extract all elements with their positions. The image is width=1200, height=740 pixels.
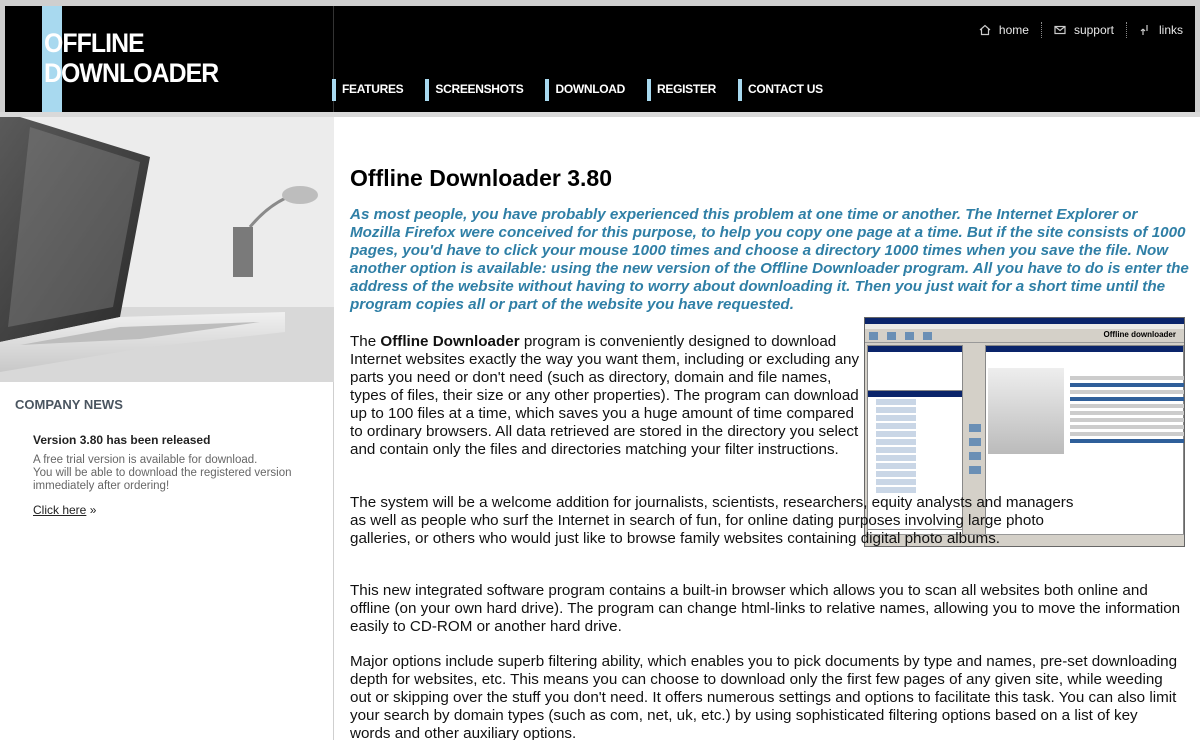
utility-link-links[interactable]: links <box>1125 22 1195 38</box>
logo-line-2: DOWNLOADER <box>44 58 219 88</box>
news-body: A free trial version is available for do… <box>33 454 323 493</box>
company-news-heading: COMPANY NEWS <box>15 397 123 412</box>
envelope-icon <box>1054 24 1066 36</box>
paragraph-2: The system will be a welcome addition fo… <box>350 494 1074 547</box>
home-icon <box>979 24 991 36</box>
news-headline: Version 3.80 has been released <box>33 433 211 447</box>
logo-line-1: OFFLINE <box>44 28 145 58</box>
site-header: OFFLINE DOWNLOADER home support links FE… <box>5 6 1195 112</box>
paragraph-3: This new integrated software program con… <box>350 582 1181 635</box>
nav-item-download[interactable]: DOWNLOAD <box>545 79 647 101</box>
utility-link-label: links <box>1158 23 1183 37</box>
chevron-right-icon: » <box>89 503 97 517</box>
utility-nav: home support links <box>967 22 1195 38</box>
main-content: Offline Downloader 3.80 As most people, … <box>335 117 1200 740</box>
utility-link-label: support <box>1073 23 1114 37</box>
utility-link-home[interactable]: home <box>967 22 1041 38</box>
right-frame <box>1195 0 1200 114</box>
utility-link-label: home <box>998 23 1029 37</box>
nav-item-features[interactable]: FEATURES <box>332 79 425 101</box>
paragraph-1-lead: The <box>350 333 381 350</box>
news-link-row: Click here » <box>33 503 96 517</box>
click-here-link[interactable]: Click here <box>33 503 86 517</box>
main-nav: FEATURES SCREENSHOTS DOWNLOAD REGISTER C… <box>332 79 845 101</box>
nav-item-contact-us[interactable]: CONTACT US <box>738 79 845 101</box>
hero-laptop-image <box>0 117 334 382</box>
paragraph-1-text: program is conveniently designed to down… <box>350 333 860 458</box>
sidebar: COMPANY NEWS Version 3.80 has been relea… <box>0 117 334 740</box>
nav-item-register[interactable]: REGISTER <box>647 79 738 101</box>
utility-link-support[interactable]: support <box>1040 22 1126 38</box>
link-icon <box>1139 24 1151 36</box>
intro-paragraph: As most people, you have probably experi… <box>350 206 1189 313</box>
paragraph-1: The Offline Downloader program is conven… <box>350 333 860 459</box>
screenshot-brand: Offline downloader <box>1103 330 1176 339</box>
paragraph-4: Major options include superb filtering a… <box>350 653 1178 740</box>
page-title: Offline Downloader 3.80 <box>350 165 612 191</box>
product-name: Offline Downloader <box>380 333 520 350</box>
news-body-line-1: A free trial version is available for do… <box>33 454 258 466</box>
nav-item-screenshots[interactable]: SCREENSHOTS <box>425 79 545 101</box>
news-body-line-2: You will be able to download the registe… <box>33 467 292 492</box>
logo[interactable]: OFFLINE DOWNLOADER <box>5 6 334 112</box>
